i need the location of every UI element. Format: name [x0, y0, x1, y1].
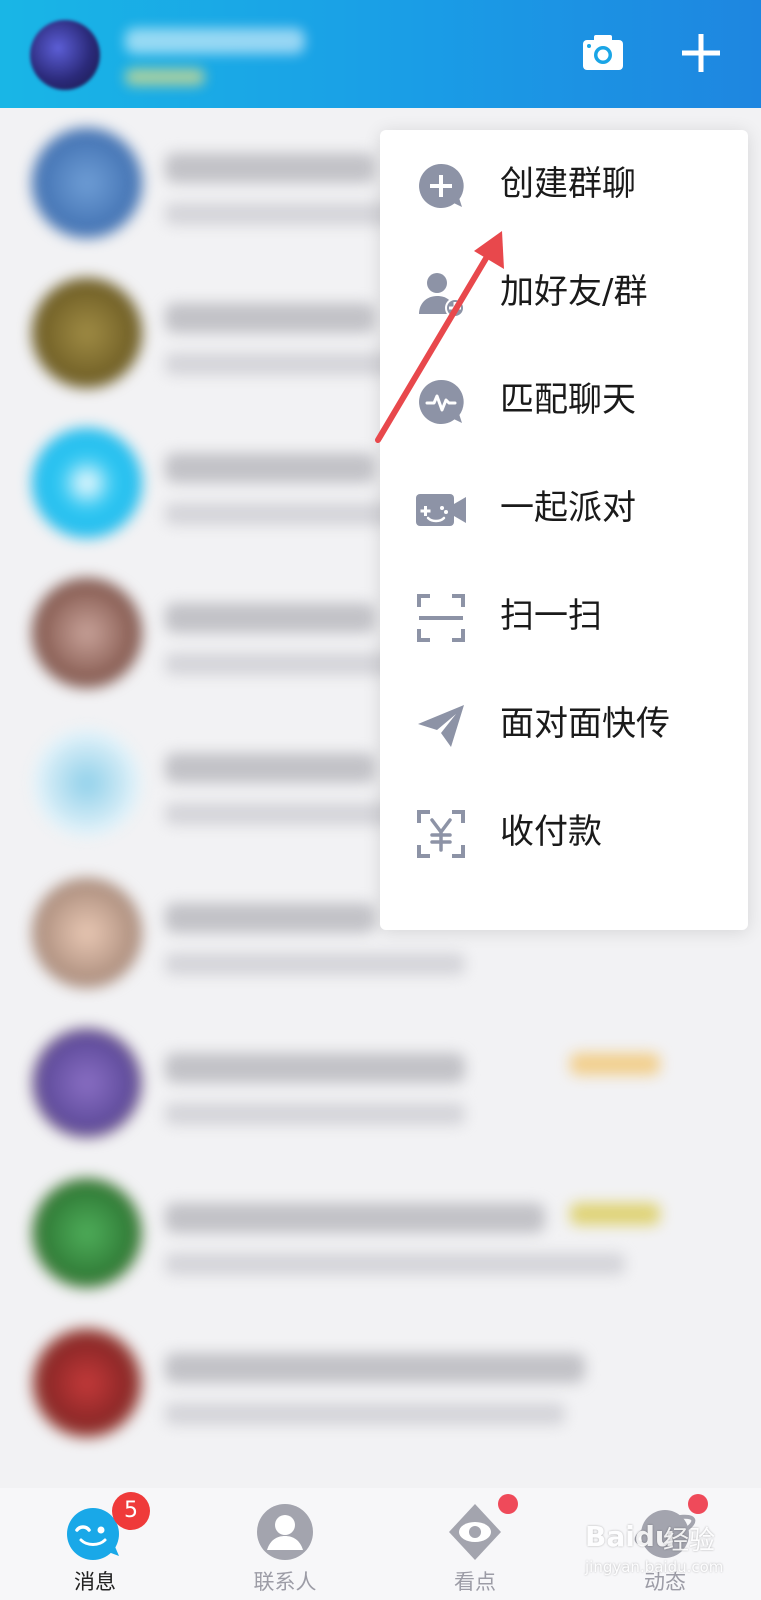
menu-item-scan[interactable]: 扫一扫	[380, 562, 748, 670]
avatar	[32, 1328, 142, 1438]
list-item[interactable]	[0, 1008, 761, 1158]
face-to-face-transfer-icon	[418, 705, 464, 747]
tab-messages[interactable]: 5 消息	[0, 1488, 190, 1600]
watch-points-icon	[449, 1504, 501, 1560]
conversation-preview-blurred	[165, 1253, 625, 1275]
app-screen: 创建群聊 加好友/群 匹配聊天 一起派对 扫一扫 面对面快传 收付款 5 消息 …	[0, 0, 761, 1600]
avatar	[32, 128, 142, 238]
baidu-jingyan-watermark: Baidu 经验 jingyan.baidu.com	[585, 1510, 745, 1580]
conversation-badge-blurred	[570, 1203, 660, 1225]
conversation-title-blurred	[165, 1203, 545, 1233]
menu-item-payment[interactable]: 收付款	[380, 778, 748, 886]
list-item[interactable]	[0, 1308, 761, 1458]
tutorial-arrow	[375, 231, 504, 443]
party-game-icon	[416, 494, 466, 526]
menu-item-create-group-chat[interactable]: 创建群聊	[380, 130, 748, 238]
menu-item-label: 面对面快传	[500, 704, 670, 744]
menu-item-label: 加好友/群	[500, 272, 648, 312]
conversation-title-blurred	[165, 153, 375, 183]
conversation-title-blurred	[165, 303, 375, 333]
tab-label: 消息	[74, 1570, 116, 1594]
menu-item-label: 创建群聊	[500, 164, 636, 204]
menu-item-label: 扫一扫	[500, 596, 602, 636]
unread-badge: 5	[112, 1492, 150, 1530]
camera-button[interactable]	[580, 30, 626, 76]
conversation-title-blurred	[165, 1053, 465, 1083]
menu-item-label: 一起派对	[500, 488, 636, 528]
contacts-icon	[257, 1504, 313, 1560]
conversation-title-blurred	[165, 453, 375, 483]
avatar	[32, 1028, 142, 1138]
menu-item-party[interactable]: 一起派对	[380, 454, 748, 562]
tab-label: 看点	[454, 1570, 496, 1594]
menu-item-label: 收付款	[500, 812, 602, 852]
plus-button[interactable]	[678, 30, 724, 76]
menu-item-label: 匹配聊天	[500, 380, 636, 420]
watermark-url: jingyan.baidu.com	[585, 1558, 724, 1576]
tab-contacts[interactable]: 联系人	[190, 1488, 380, 1600]
conversation-preview-blurred	[165, 1103, 465, 1125]
avatar	[32, 1178, 142, 1288]
list-item[interactable]	[0, 1158, 761, 1308]
plus-icon	[682, 34, 720, 72]
user-name-blurred	[125, 28, 305, 54]
conversation-title-blurred	[165, 603, 375, 633]
conversation-title-blurred	[165, 1353, 585, 1383]
conversation-badge-blurred	[570, 1053, 660, 1075]
conversation-title-blurred	[165, 903, 375, 933]
top-bar	[0, 0, 761, 108]
notification-dot	[498, 1494, 518, 1514]
payment-icon	[417, 810, 465, 858]
user-status-blurred	[125, 68, 205, 86]
user-avatar[interactable]	[30, 20, 100, 90]
avatar	[32, 578, 142, 688]
scan-icon	[417, 594, 465, 642]
tab-watch-points[interactable]: 看点	[380, 1488, 570, 1600]
watermark-brand: Baidu	[585, 1520, 675, 1553]
avatar	[32, 878, 142, 988]
watermark-suffix: 经验	[663, 1526, 716, 1556]
conversation-preview-blurred	[165, 953, 465, 975]
conversation-title-blurred	[165, 753, 375, 783]
conversation-preview-blurred	[165, 1403, 565, 1425]
camera-icon	[583, 35, 623, 70]
tab-label: 联系人	[253, 1570, 317, 1594]
avatar	[32, 728, 142, 838]
avatar	[32, 428, 142, 538]
menu-item-face-to-face-transfer[interactable]: 面对面快传	[380, 670, 748, 778]
avatar	[32, 278, 142, 388]
create-group-chat-icon	[419, 163, 464, 208]
